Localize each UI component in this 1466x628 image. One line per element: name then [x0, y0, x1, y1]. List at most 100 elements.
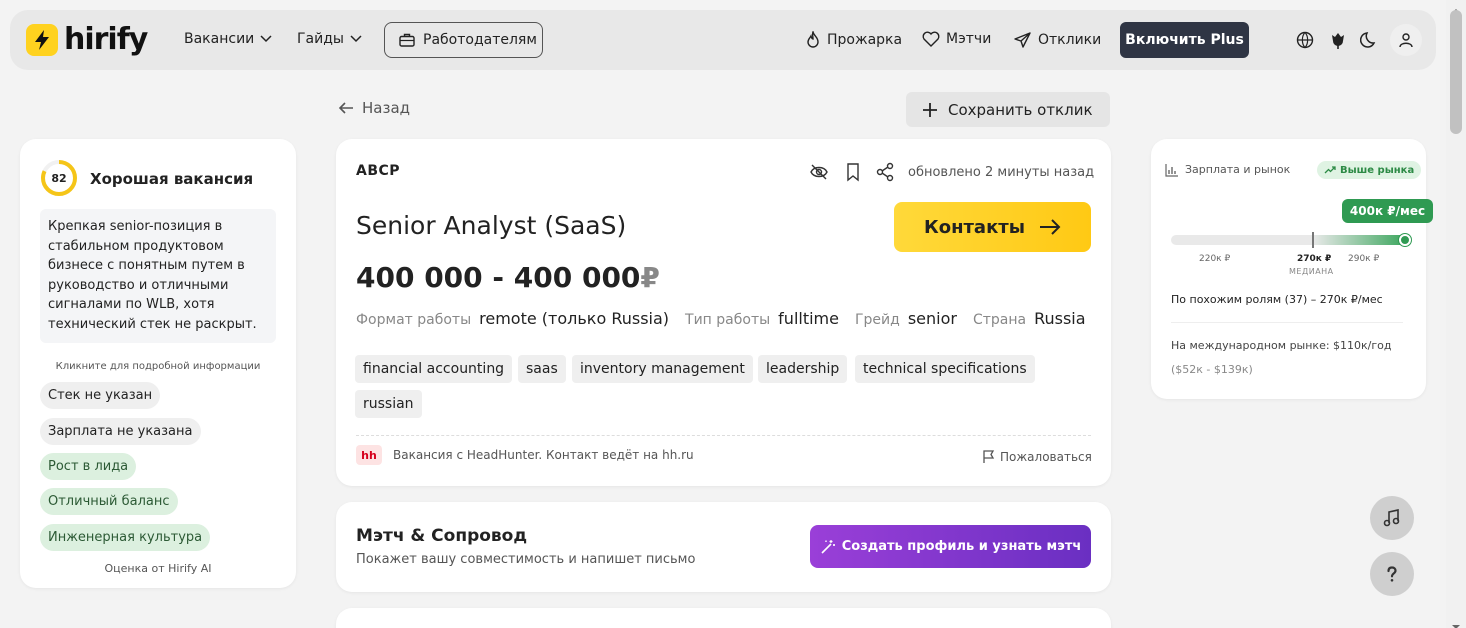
- salary: 400 000 - 400 000₽: [356, 261, 660, 294]
- match-subtitle: Покажет вашу совместимость и напишет пис…: [356, 552, 696, 567]
- hide-icon[interactable]: [809, 162, 829, 182]
- back-link[interactable]: Назад: [338, 99, 410, 117]
- report-link[interactable]: Пожаловаться: [982, 450, 1092, 464]
- enable-plus-button[interactable]: Включить Plus: [1120, 22, 1249, 58]
- save-response-button[interactable]: Сохранить отклик: [906, 92, 1110, 127]
- nav-guides-label: Гайды: [297, 31, 344, 47]
- nav-vacancies-label: Вакансии: [184, 31, 255, 47]
- create-profile-button[interactable]: Создать профиль и узнать мэтч: [810, 525, 1091, 568]
- music-button[interactable]: [1370, 496, 1414, 540]
- chip-salary-missing[interactable]: Зарплата не указана: [40, 418, 201, 445]
- skill-tag[interactable]: technical specifications: [855, 355, 1035, 383]
- assessment-hint: Кликните для подробной информации: [55, 361, 261, 372]
- bar-chart-icon: [1165, 164, 1178, 177]
- top-navbar: hirify Вакансии Гайды Работодателям Прож…: [10, 10, 1436, 70]
- assessment-summary: Крепкая senior-позиция в стабильном прод…: [40, 209, 276, 343]
- match-card: Мэтч & Сопровод Покажет вашу совместимос…: [336, 502, 1111, 592]
- international-range-text: ($52к - $139к): [1171, 363, 1253, 376]
- divider: [356, 435, 1091, 436]
- country-label: Страна: [972, 312, 1027, 328]
- heart-icon: [922, 31, 940, 47]
- scroll-up-arrow-icon[interactable]: [1450, 0, 1462, 13]
- briefcase-icon: [399, 33, 415, 47]
- salary-currency: ₽: [640, 261, 660, 294]
- globe-icon[interactable]: [1295, 30, 1315, 50]
- score-value: 82: [51, 171, 67, 185]
- nav-roast[interactable]: Прожарка: [805, 31, 902, 49]
- tick-low: 220к ₽: [1199, 254, 1231, 264]
- above-market-label: Выше рынка: [1340, 164, 1415, 176]
- nav-matches[interactable]: Мэтчи: [922, 31, 991, 47]
- market-title: Зарплата и рынок: [1185, 163, 1291, 176]
- skill-tag[interactable]: financial accounting: [355, 355, 513, 383]
- salary-range-bar: [1171, 235, 1407, 245]
- logo-text: hirify: [64, 22, 148, 57]
- nav-responses-label: Отклики: [1038, 32, 1102, 48]
- employers-button[interactable]: Работодателям: [384, 22, 543, 58]
- skill-tag[interactable]: saas: [518, 355, 566, 383]
- lightning-icon: [26, 23, 58, 56]
- contacts-button[interactable]: Контакты: [894, 202, 1091, 252]
- tick-high: 290к ₽: [1348, 254, 1380, 264]
- ai-rating-note: Оценка от Hirify AI: [104, 562, 212, 575]
- nav-guides[interactable]: Гайды: [297, 31, 362, 47]
- share-icon[interactable]: [875, 162, 895, 182]
- flame-icon: [807, 31, 819, 48]
- plus-icon: [923, 102, 937, 117]
- skill-tag[interactable]: leadership: [758, 355, 848, 383]
- chip-stack-missing[interactable]: Стек не указан: [40, 382, 161, 409]
- nav-vacancies[interactable]: Вакансии: [184, 31, 272, 47]
- back-label: Назад: [362, 99, 411, 117]
- skill-tag[interactable]: inventory management: [572, 355, 753, 383]
- scrollbar-thumb[interactable]: [1450, 10, 1462, 134]
- employers-label: Работодателям: [423, 32, 537, 48]
- above-market-badge: Выше рынка: [1317, 161, 1422, 179]
- vacancy-assessment-card: 82 Хорошая вакансия Крепкая senior-позиц…: [20, 139, 296, 588]
- logo[interactable]: hirify: [26, 22, 148, 57]
- company-name: ABCP: [356, 163, 401, 179]
- chip-great-balance[interactable]: Отличный баланс: [40, 488, 178, 515]
- work-format-value: remote (только Russia): [479, 309, 670, 328]
- median-label: МЕДИАНА: [1289, 267, 1334, 276]
- grade-label: Грейд: [854, 312, 900, 328]
- salary-position-dot: [1399, 234, 1411, 246]
- nav-roast-label: Прожарка: [827, 32, 903, 48]
- save-response-label: Сохранить отклик: [948, 100, 1093, 119]
- work-type-value: fulltime: [778, 309, 839, 328]
- skill-tag[interactable]: russian: [355, 390, 422, 418]
- bookmark-icon[interactable]: [843, 162, 863, 182]
- chip-lead-growth[interactable]: Рост в лида: [40, 453, 137, 480]
- job-title: Senior Analyst (SaaS): [356, 211, 627, 240]
- nav-matches-label: Мэтчи: [946, 31, 992, 47]
- salary-range: 400 000 - 400 000: [356, 261, 641, 294]
- scroll-down-arrow-icon[interactable]: [1450, 616, 1462, 628]
- salary-bubble: 400к ₽/мес: [1342, 199, 1433, 223]
- chip-engineering-culture[interactable]: Инженерная культура: [40, 524, 211, 551]
- trend-up-icon: [1324, 166, 1336, 174]
- send-icon: [1014, 32, 1031, 48]
- rose-icon[interactable]: [1328, 30, 1348, 50]
- work-type-label: Тип работы: [685, 312, 771, 328]
- help-button[interactable]: [1370, 552, 1414, 596]
- salary-range-fill: [1312, 235, 1407, 245]
- moon-icon[interactable]: [1359, 30, 1380, 50]
- magic-wand-icon: [821, 539, 835, 554]
- arrow-left-icon: [338, 102, 353, 114]
- music-note-icon: [1383, 509, 1400, 527]
- next-card: [336, 608, 1111, 628]
- median-marker: [1311, 232, 1314, 248]
- nav-responses[interactable]: Отклики: [1014, 31, 1101, 49]
- grade-value: senior: [907, 309, 957, 328]
- source-text: Вакансия с HeadHunter. Контакт ведёт на …: [393, 448, 694, 462]
- create-profile-label: Создать профиль и узнать мэтч: [841, 539, 1082, 554]
- match-title: Мэтч & Сопровод: [356, 526, 528, 546]
- work-format-label: Формат работы: [356, 312, 472, 328]
- contacts-label: Контакты: [923, 216, 1026, 238]
- flag-icon: [983, 450, 995, 463]
- chevron-down-icon: [260, 35, 272, 43]
- job-attributes: Формат работы remote (только Russia) Тип…: [356, 309, 1102, 328]
- chevron-down-icon: [350, 35, 362, 43]
- user-icon[interactable]: [1390, 24, 1422, 56]
- similar-roles-text: По похожим ролям (37) – 270к ₽/мес: [1171, 293, 1383, 306]
- arrow-right-icon: [1040, 219, 1061, 235]
